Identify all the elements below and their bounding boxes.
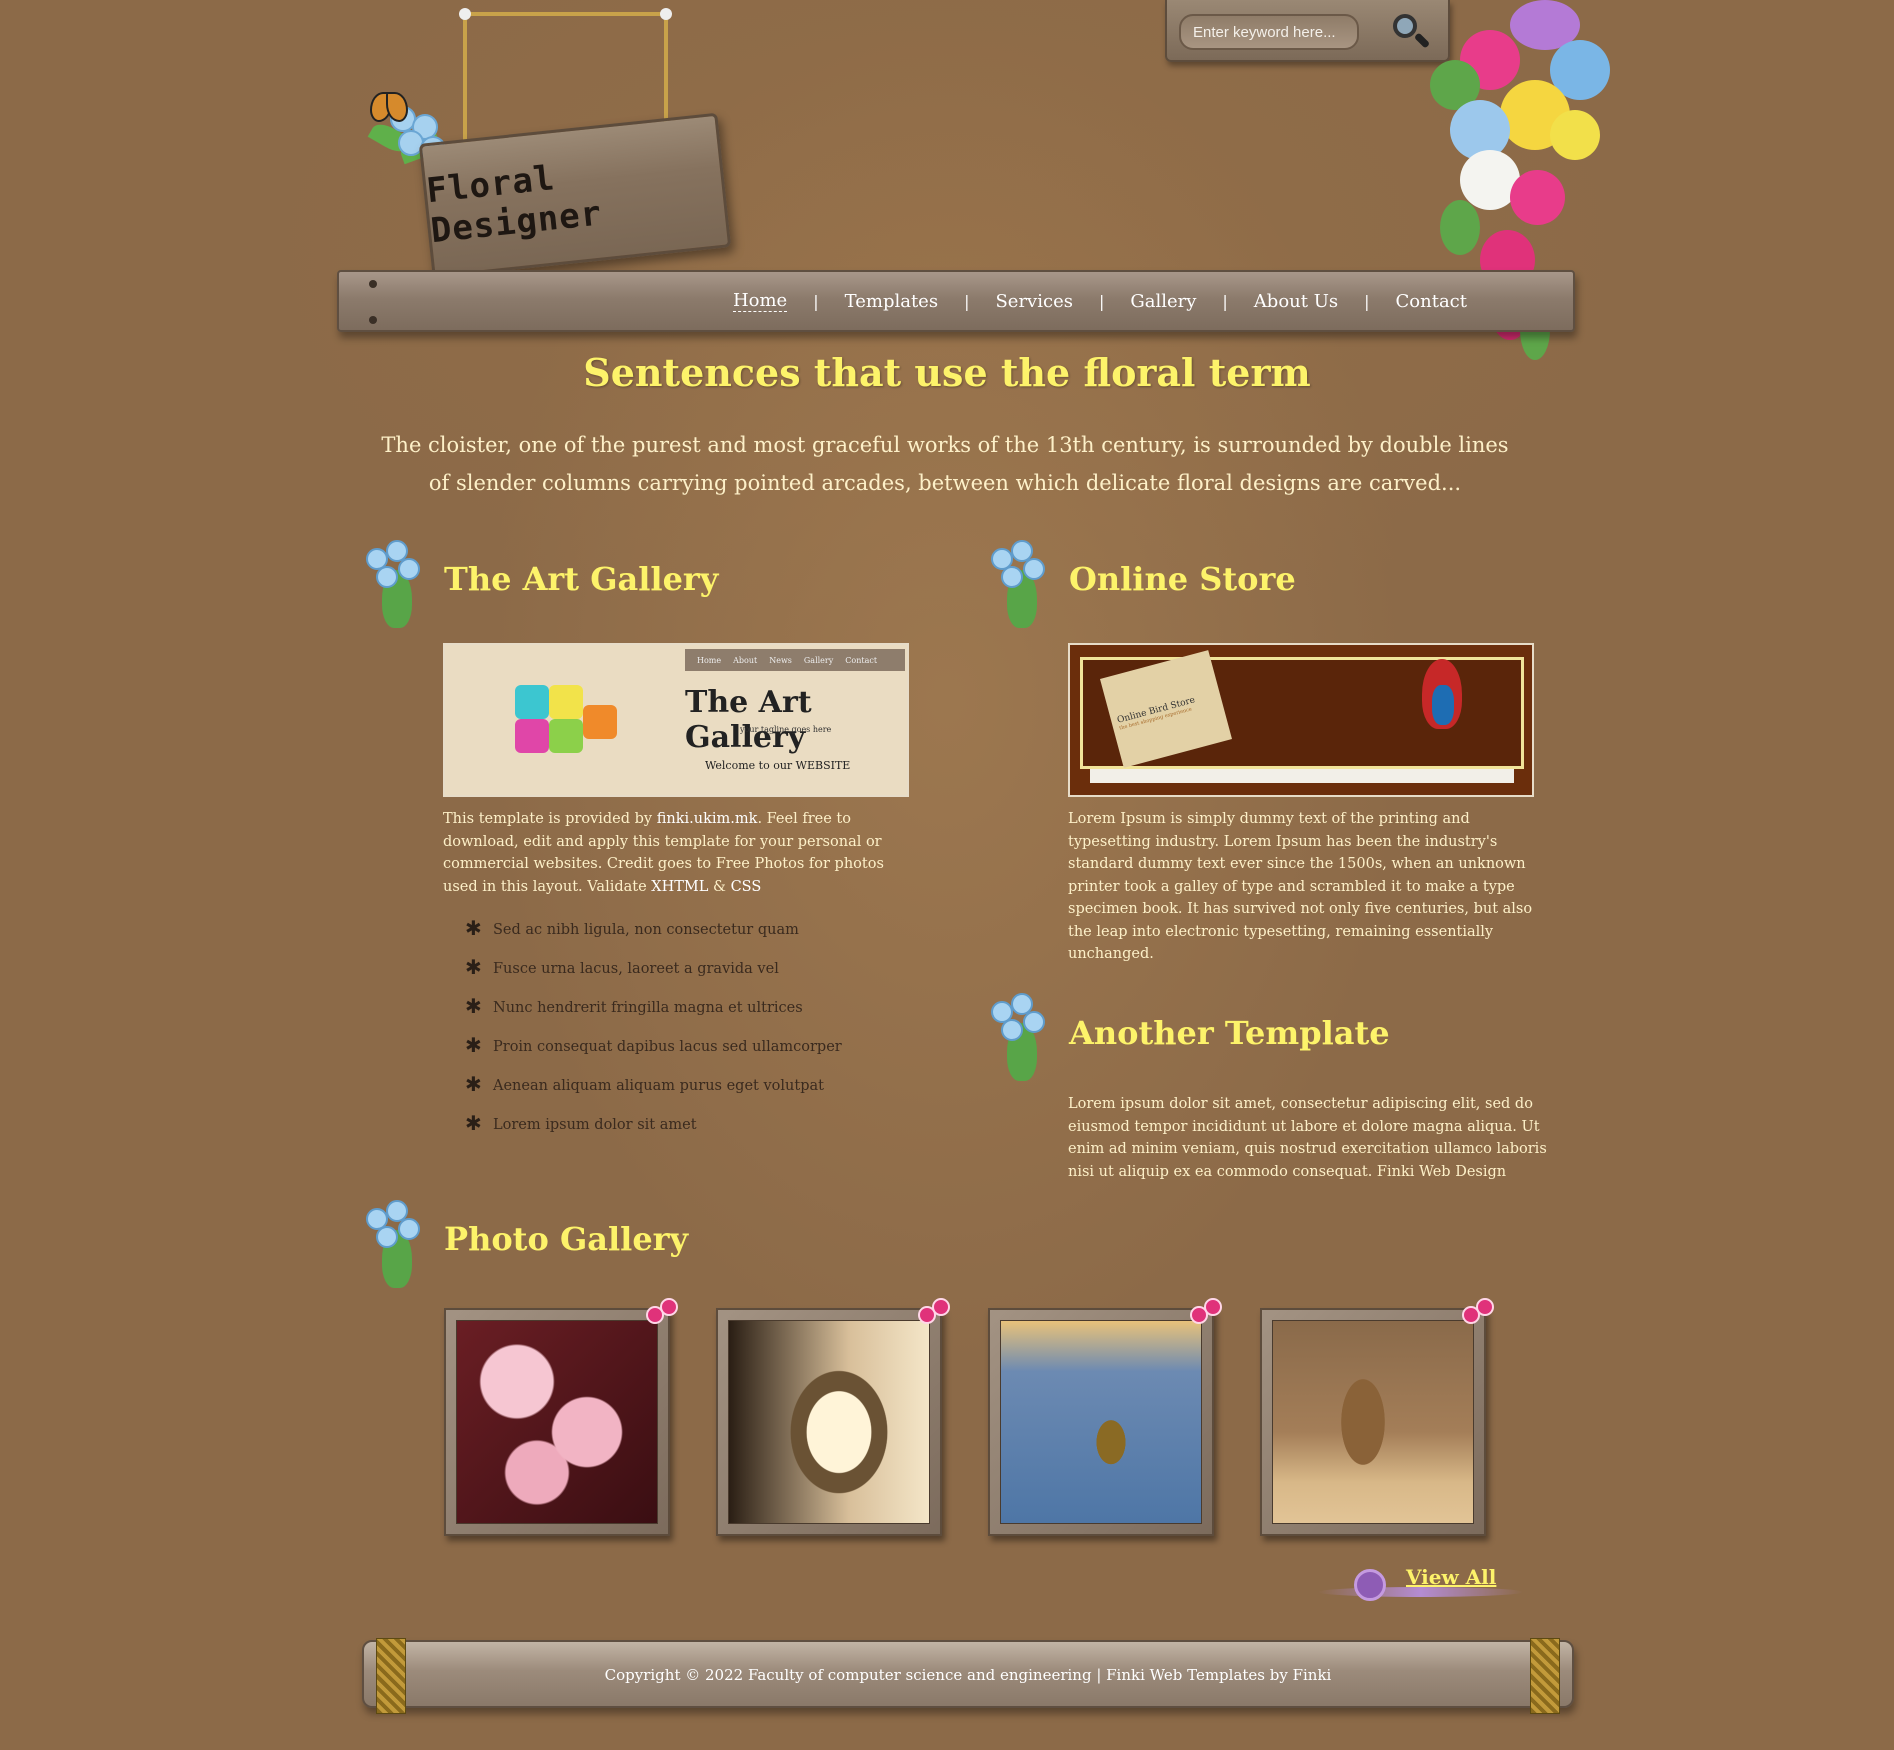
butterfly-icon <box>370 92 406 122</box>
nav-contact[interactable]: Contact <box>1370 291 1493 312</box>
list-item: Aenean aliquam aliquam purus eget volutp… <box>465 1072 842 1113</box>
thumbnail-welcome: Welcome to our WEBSITE <box>705 759 851 772</box>
gallery-photo-lantern[interactable] <box>716 1298 950 1536</box>
view-all-label: View All <box>1406 1565 1497 1589</box>
list-item: Sed ac nibh ligula, non consectetur quam <box>465 916 842 957</box>
pink-flower-icon <box>646 1298 682 1334</box>
nav-gallery[interactable]: Gallery <box>1104 291 1222 312</box>
pink-flower-icon <box>1462 1298 1498 1334</box>
footer: Copyright © 2022 Faculty of computer sci… <box>362 1638 1574 1714</box>
search-input[interactable] <box>1179 14 1359 50</box>
pink-flower-icon <box>1190 1298 1226 1334</box>
nav-services[interactable]: Services <box>969 291 1098 312</box>
list-item: Lorem ipsum dolor sit amet <box>465 1111 842 1152</box>
main-nav: Home | Templates | Services | Gallery | … <box>707 290 1493 312</box>
section-flower-icon <box>983 540 1055 632</box>
art-gallery-description: This template is provided by finki.ukim.… <box>443 811 884 895</box>
thumbnail-title: The Art Gallery <box>685 685 812 755</box>
orchid-icon <box>1354 1569 1386 1601</box>
art-gallery-thumbnail[interactable]: Home About News Gallery Contact The Art … <box>443 643 909 797</box>
gallery-photo-prairie-dog[interactable] <box>1260 1298 1494 1536</box>
section-flower-icon <box>983 993 1055 1085</box>
finki-link[interactable]: finki.ukim.mk <box>657 811 758 827</box>
section-flower-icon <box>358 1200 430 1292</box>
nav-bar: Home | Templates | Services | Gallery | … <box>337 270 1575 332</box>
logo-text: Floral Designer <box>424 157 604 251</box>
thumbnail-tagline: your tagline goes here <box>740 725 832 734</box>
copyright-text: Copyright © 2022 Faculty of computer sci… <box>604 1666 1332 1684</box>
online-store-description: Lorem Ipsum is simply dummy text of the … <box>1068 811 1533 962</box>
nav-about-us[interactable]: About Us <box>1228 291 1364 312</box>
online-store-thumbnail[interactable]: Online Bird Store the best shopping exper… <box>1068 643 1534 797</box>
another-template-title: Another Template <box>1069 1014 1390 1052</box>
feature-list: Sed ac nibh ligula, non consectetur quam… <box>465 916 842 1152</box>
intro-title: Sentences that use the floral term <box>583 350 1311 395</box>
another-template-description: Lorem ipsum dolor sit amet, consectetur … <box>1068 1096 1547 1180</box>
list-item: Fusce urna lacus, laoreet a gravida vel <box>465 955 842 996</box>
intro-text: The cloister, one of the purest and most… <box>381 433 1509 495</box>
thumbnail-menu: Home About News Gallery Contact <box>685 649 905 671</box>
css-link[interactable]: CSS <box>731 879 762 895</box>
view-all-link[interactable]: View All <box>1318 1565 1523 1609</box>
gallery-photo-cherry-blossom[interactable] <box>444 1298 678 1536</box>
section-flower-icon <box>358 540 430 632</box>
pink-flower-icon <box>918 1298 954 1334</box>
page: Floral Designer Home | Templates | <box>0 0 1894 1750</box>
list-item: Proin consequat dapibus lacus sed ullamc… <box>465 1033 842 1074</box>
list-item: Nunc hendrerit fringilla magna et ultric… <box>465 994 842 1035</box>
photo-gallery-title: Photo Gallery <box>444 1220 689 1258</box>
art-gallery-title: The Art Gallery <box>444 560 719 598</box>
nav-templates[interactable]: Templates <box>819 291 964 312</box>
nav-home[interactable]: Home <box>732 290 788 312</box>
online-store-title: Online Store <box>1069 560 1296 598</box>
gallery-photo-boat[interactable] <box>988 1298 1222 1536</box>
xhtml-link[interactable]: XHTML <box>651 879 708 895</box>
